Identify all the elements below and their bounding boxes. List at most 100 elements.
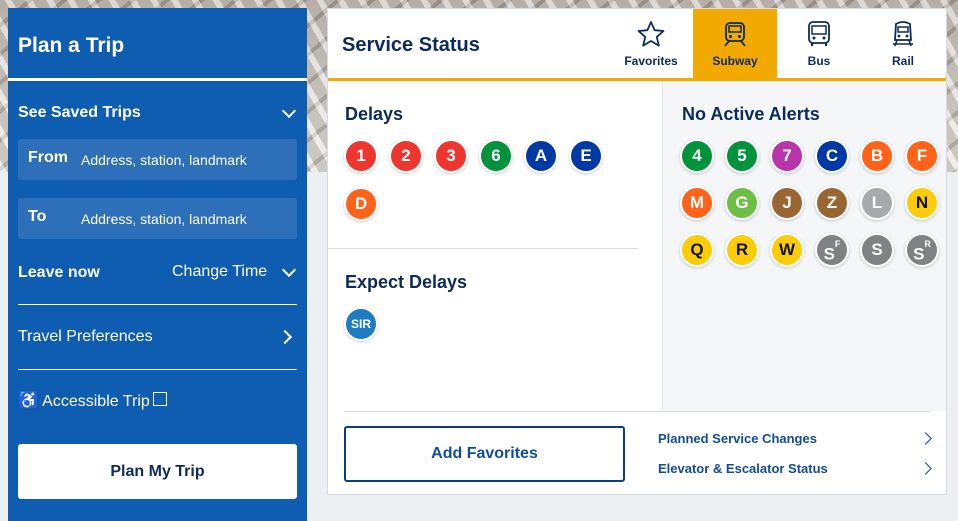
subway-line-bullet[interactable]: 1	[346, 141, 376, 171]
subway-line-bullet[interactable]: J	[772, 188, 802, 218]
divider	[18, 304, 297, 305]
footer-divider	[344, 411, 930, 412]
plan-trip-title: Plan a Trip	[18, 34, 125, 57]
plan-trip-panel: Plan a Trip See Saved Trips From Address…	[8, 8, 307, 521]
planned-service-changes-link[interactable]: Planned Service Changes	[658, 431, 934, 446]
subway-line-bullet[interactable]: E	[571, 141, 601, 171]
line-label: W	[778, 240, 796, 259]
to-input-placeholder[interactable]: Address, station, landmark	[81, 211, 247, 227]
subway-line-bullet[interactable]: 3	[436, 141, 466, 171]
subway-line-bullet[interactable]: W	[772, 235, 802, 265]
line-label: 3	[446, 146, 456, 165]
plan-my-trip-button[interactable]: Plan My Trip	[18, 444, 297, 499]
subway-line-bullet[interactable]: D	[346, 189, 376, 219]
subway-line-bullet[interactable]: S	[862, 235, 892, 265]
chevron-right-icon	[919, 432, 932, 445]
chevron-right-icon	[919, 462, 932, 475]
subway-line-bullet[interactable]: 5	[727, 141, 757, 171]
no-alerts-column: No Active Alerts 4 5 7 C B F M G J Z L N Q R W SF S SR	[662, 81, 946, 411]
subway-line-bullet[interactable]: F	[907, 141, 937, 171]
tab-subway[interactable]: Subway	[693, 9, 777, 78]
subway-icon	[724, 22, 746, 47]
no-active-alerts-heading: No Active Alerts	[682, 104, 820, 124]
elevator-escalator-status-link[interactable]: Elevator & Escalator Status	[658, 461, 934, 476]
delays-heading: Delays	[345, 104, 404, 124]
subway-line-bullet[interactable]: Z	[817, 188, 847, 218]
from-field[interactable]: From Address, station, landmark	[18, 139, 297, 180]
travel-preferences-label: Travel Preferences	[18, 328, 153, 345]
accessible-trip-label: Accessible Trip	[42, 393, 150, 410]
subway-line-bullet[interactable]: 6	[481, 141, 511, 171]
subway-line-bullet[interactable]: Q	[682, 235, 712, 265]
line-label: SIR	[350, 317, 371, 331]
tab-label: Rail	[891, 54, 914, 68]
line-label: N	[915, 193, 929, 212]
line-label: 6	[491, 146, 501, 165]
line-label: B	[870, 146, 884, 165]
tab-favorites[interactable]: Favorites	[609, 9, 693, 78]
tab-rail[interactable]: Rail	[861, 9, 945, 78]
tab-label: Subway	[712, 54, 758, 68]
status-header: Service Status Favorites Subway Bus Rail	[328, 9, 946, 81]
line-label: E	[580, 146, 592, 165]
subway-line-bullet[interactable]: B	[862, 141, 892, 171]
rail-icon	[893, 21, 913, 47]
subway-line-bullet[interactable]: G	[727, 188, 757, 218]
planned-service-changes-label: Planned Service Changes	[658, 431, 817, 446]
to-field[interactable]: To Address, station, landmark	[18, 198, 297, 239]
service-status-panel: Service Status Favorites Subway Bus Rail…	[327, 8, 947, 495]
chevron-down-icon	[281, 103, 297, 119]
from-label: From	[28, 149, 68, 166]
delays-column: Delays 1 2 3 6 A E D Expect Delays SIR	[328, 81, 662, 411]
wheelchair-icon: ♿	[18, 391, 40, 410]
accessible-trip-option: ♿ Accessible Trip	[18, 391, 150, 411]
from-input-placeholder[interactable]: Address, station, landmark	[81, 152, 247, 168]
subway-line-bullet[interactable]: N	[907, 188, 937, 218]
bus-icon	[808, 21, 830, 46]
elevator-escalator-status-label: Elevator & Escalator Status	[658, 461, 828, 476]
line-label: Z	[826, 193, 838, 212]
saved-trips-label: See Saved Trips	[18, 104, 141, 121]
tab-label: Bus	[807, 54, 831, 68]
chevron-right-icon	[277, 329, 293, 345]
line-label: L	[871, 193, 883, 212]
line-label: R	[735, 240, 749, 259]
to-label: To	[28, 208, 47, 225]
line-label: 5	[737, 146, 747, 165]
chevron-down-icon	[281, 262, 297, 278]
subway-line-bullet[interactable]: R	[727, 235, 757, 265]
leave-now-label: Leave now	[18, 264, 100, 281]
subway-line-bullet[interactable]: 7	[772, 141, 802, 171]
line-label: S	[913, 244, 925, 264]
add-favorites-button[interactable]: Add Favorites	[344, 426, 625, 482]
travel-preferences-link[interactable]: Travel Preferences	[18, 328, 293, 346]
line-superscript: F	[834, 239, 841, 249]
line-label: 7	[782, 146, 792, 165]
subway-line-bullet[interactable]: SIR	[346, 309, 376, 339]
subway-line-bullet[interactable]: 2	[391, 141, 421, 171]
line-label: J	[782, 193, 792, 212]
line-label: 4	[692, 146, 702, 165]
subway-line-bullet[interactable]: 4	[682, 141, 712, 171]
see-saved-trips-toggle[interactable]: See Saved Trips	[18, 103, 297, 126]
line-label: F	[916, 146, 928, 165]
subway-line-bullet[interactable]: C	[817, 141, 847, 171]
subway-line-bullet[interactable]: M	[682, 188, 712, 218]
subway-line-bullet[interactable]: L	[862, 188, 892, 218]
tab-bus[interactable]: Bus	[777, 9, 861, 78]
star-icon	[637, 21, 665, 47]
line-label: 2	[401, 146, 411, 165]
accessible-trip-checkbox[interactable]	[153, 392, 167, 406]
section-divider	[328, 248, 638, 249]
change-time-dropdown[interactable]: Change Time	[172, 262, 297, 281]
line-label: G	[735, 193, 749, 212]
subway-line-bullet[interactable]: SF	[817, 235, 847, 265]
line-label: C	[825, 146, 839, 165]
line-label: S	[871, 240, 883, 259]
line-label: A	[534, 146, 548, 165]
subway-line-bullet[interactable]: SR	[907, 235, 937, 265]
change-time-label: Change Time	[172, 263, 268, 280]
subway-line-bullet[interactable]: A	[526, 141, 556, 171]
title-divider	[8, 78, 307, 81]
line-label: M	[689, 193, 705, 212]
